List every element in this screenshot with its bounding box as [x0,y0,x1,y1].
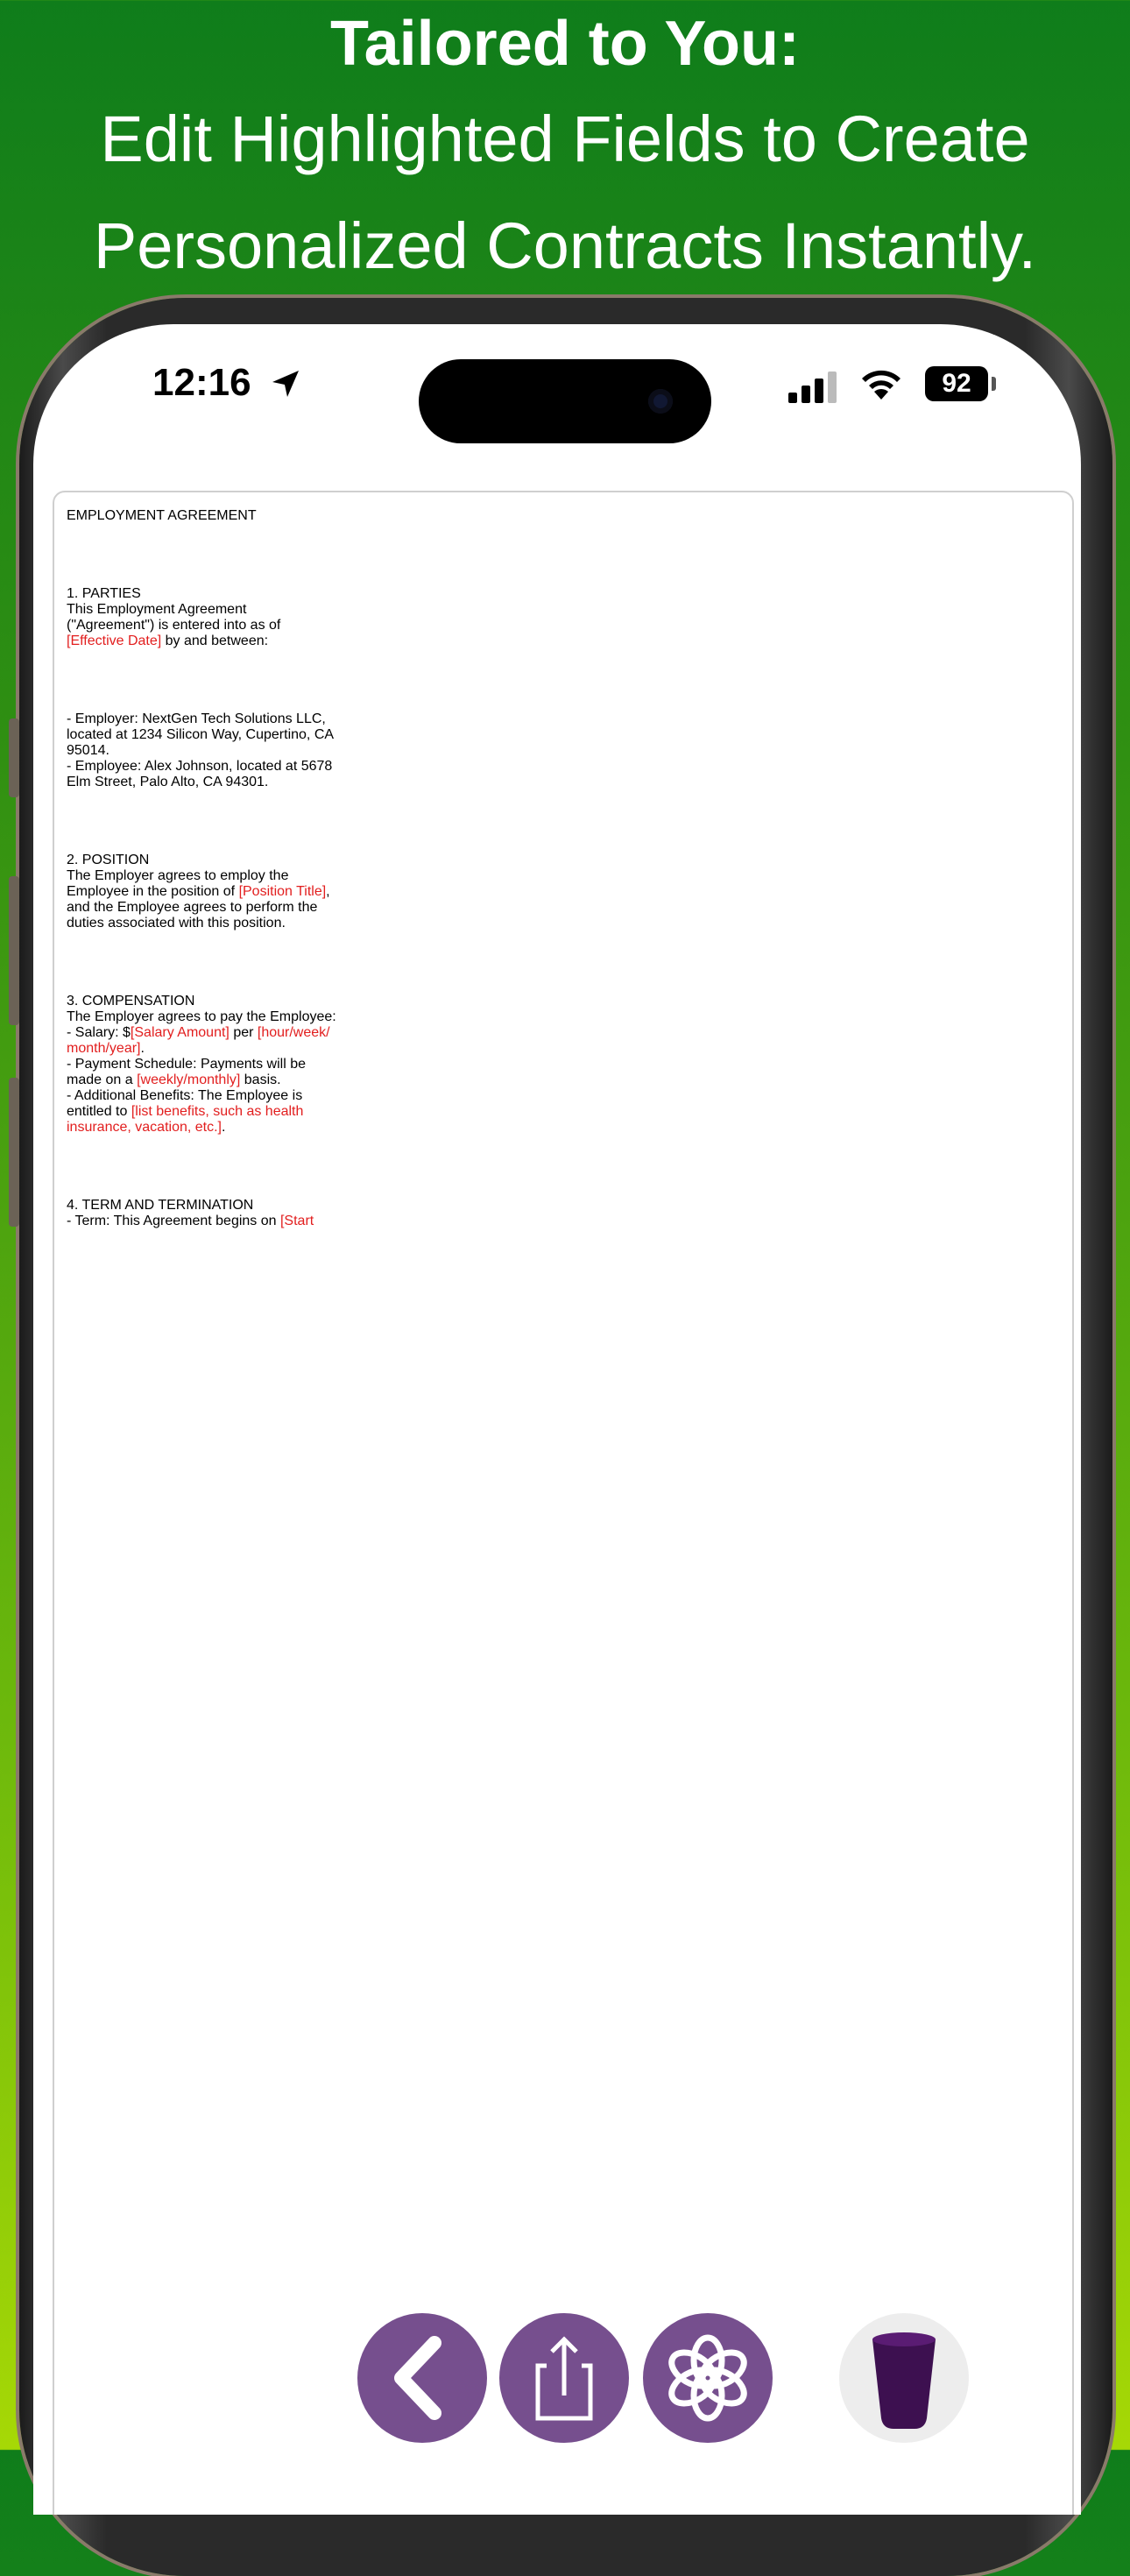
back-button[interactable] [357,2313,487,2443]
phone-volume-up [9,876,19,1025]
promo-banner: Tailored to You: Edit Highlighted Fields… [0,0,1130,300]
promo-subtitle-line-2: Personalized Contracts Instantly. [93,209,1037,282]
wifi-icon [862,370,900,400]
doc-line: insurance, vacation, etc.]. [67,1120,226,1135]
contract-document[interactable]: EMPLOYMENT AGREEMENT 1. PARTIES This Emp… [53,491,1074,2515]
doc-title: EMPLOYMENT AGREEMENT [67,508,257,523]
editable-field-payment-schedule[interactable]: [weekly/monthly] [137,1072,240,1087]
phone-volume-down [9,1078,19,1227]
delete-button[interactable] [839,2313,969,2443]
editable-field-start-date[interactable]: [Start [280,1214,314,1228]
doc-line: month/year]. [67,1041,145,1056]
doc-line: - Employer: NextGen Tech Solutions LLC, [67,711,326,726]
cellular-signal-icon [788,372,837,403]
dynamic-island [419,359,711,443]
status-bar: 12:16 92 [33,324,1081,456]
openai-icon [668,2334,747,2422]
doc-line: 95014. [67,743,109,758]
doc-line: entitled to [list benefits, such as heal… [67,1104,304,1119]
doc-line: Employee in the position of [Position Ti… [67,884,330,899]
doc-line: Elm Street, Palo Alto, CA 94301. [67,775,269,789]
doc-line: located at 1234 Silicon Way, Cupertino, … [67,727,335,742]
doc-line: - Payment Schedule: Payments will be [67,1057,307,1072]
editable-field-effective-date[interactable]: [Effective Date] [67,633,161,648]
bottom-toolbar [0,2313,1130,2450]
ai-assist-button[interactable] [643,2313,773,2443]
editable-field-position-title[interactable]: [Position Title] [239,884,327,899]
back-icon [394,2336,441,2420]
doc-line: ("Agreement") is entered into as of [67,618,281,633]
section-heading-position: 2. POSITION [67,853,150,867]
section-heading-parties: 1. PARTIES [67,586,141,601]
battery-tip [992,377,996,391]
section-heading-compensation: 3. COMPENSATION [67,994,195,1008]
doc-line: This Employment Agreement [67,602,247,617]
doc-line: [Effective Date] by and between: [67,633,269,648]
editable-field-salary-period[interactable]: [hour/week/ [258,1025,330,1040]
status-time: 12:16 [152,361,251,404]
promo-subtitle-line-1: Edit Highlighted Fields to Create [100,103,1030,175]
doc-line: and the Employee agrees to perform the [67,900,318,915]
battery-level: 92 [942,369,971,398]
doc-line: - Term: This Agreement begins on [Start [67,1214,314,1228]
trash-icon [872,2332,936,2429]
doc-line: The Employer agrees to employ the [67,868,289,883]
doc-line: The Employer agrees to pay the Employee: [67,1009,336,1024]
editable-field-benefits[interactable]: [list benefits, such as health [131,1104,304,1119]
editable-field-salary-amount[interactable]: [Salary Amount] [131,1025,230,1040]
doc-line: - Employee: Alex Johnson, located at 567… [67,759,333,774]
editable-field-benefits-cont[interactable]: insurance, vacation, etc.] [67,1120,222,1135]
battery-icon: 92 [925,366,988,401]
section-heading-term: 4. TERM AND TERMINATION [67,1198,254,1213]
phone-screen: 12:16 92 EMPLOYMENT AGREEMENT 1. PARTIES… [33,324,1081,2515]
phone-side-button [9,718,19,797]
doc-line: made on a [weekly/monthly] basis. [67,1072,281,1087]
promo-headline: Tailored to You: [330,9,800,79]
share-icon [535,2336,593,2421]
location-arrow-icon [272,371,299,397]
front-camera-icon [648,389,673,414]
doc-line: duties associated with this position. [67,916,286,931]
editable-field-salary-period-cont[interactable]: month/year] [67,1041,140,1056]
doc-line: - Salary: $[Salary Amount] per [hour/wee… [67,1025,330,1040]
share-button[interactable] [499,2313,629,2443]
doc-line: - Additional Benefits: The Employee is [67,1088,303,1103]
